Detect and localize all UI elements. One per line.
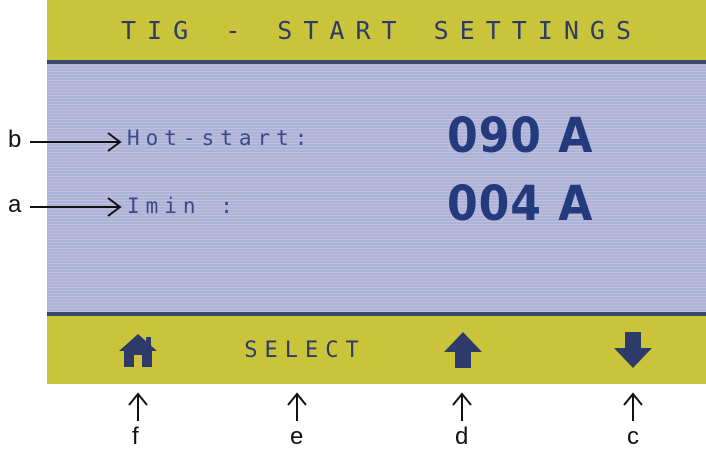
hot-start-row[interactable]: Hot-start: 090 A [47, 108, 706, 168]
callout-f-arrow-icon [128, 392, 148, 421]
arrow-up-icon [444, 332, 482, 368]
select-label: SELECT [244, 337, 366, 363]
callout-c-letter: c [627, 423, 639, 450]
callout-c-arrow-icon [623, 392, 643, 421]
home-button[interactable] [102, 316, 174, 384]
header-bar: TIG - START SETTINGS [47, 0, 706, 64]
callout-a-arrow-icon [30, 197, 122, 217]
callout-d-letter: d [455, 423, 469, 450]
callout-d-arrow-icon [452, 392, 472, 421]
up-button[interactable] [427, 316, 499, 384]
down-button[interactable] [597, 316, 669, 384]
callout-f-letter: f [132, 423, 139, 450]
callout-e-letter: e [290, 423, 304, 450]
callout-b-letter: b [8, 126, 22, 153]
imin-row[interactable]: Imin : 004 A [47, 176, 706, 236]
hot-start-label: Hot-start: [127, 126, 314, 150]
screen-title: TIG - START SETTINGS [120, 15, 643, 45]
arrow-down-icon [614, 332, 652, 368]
hot-start-value: 090 A [447, 108, 594, 164]
imin-value: 004 A [447, 176, 594, 232]
select-button[interactable]: SELECT [225, 316, 385, 384]
home-icon [119, 334, 157, 367]
settings-panel: Hot-start: 090 A Imin : 004 A [47, 64, 706, 312]
callout-e-arrow-icon [287, 392, 307, 421]
callout-b-arrow-icon [30, 132, 122, 152]
callout-a-letter: a [8, 191, 22, 218]
lcd-screen: TIG - START SETTINGS Hot-start: 090 A Im… [47, 0, 706, 384]
softkey-bar: SELECT [47, 312, 706, 384]
imin-label: Imin : [127, 194, 239, 218]
